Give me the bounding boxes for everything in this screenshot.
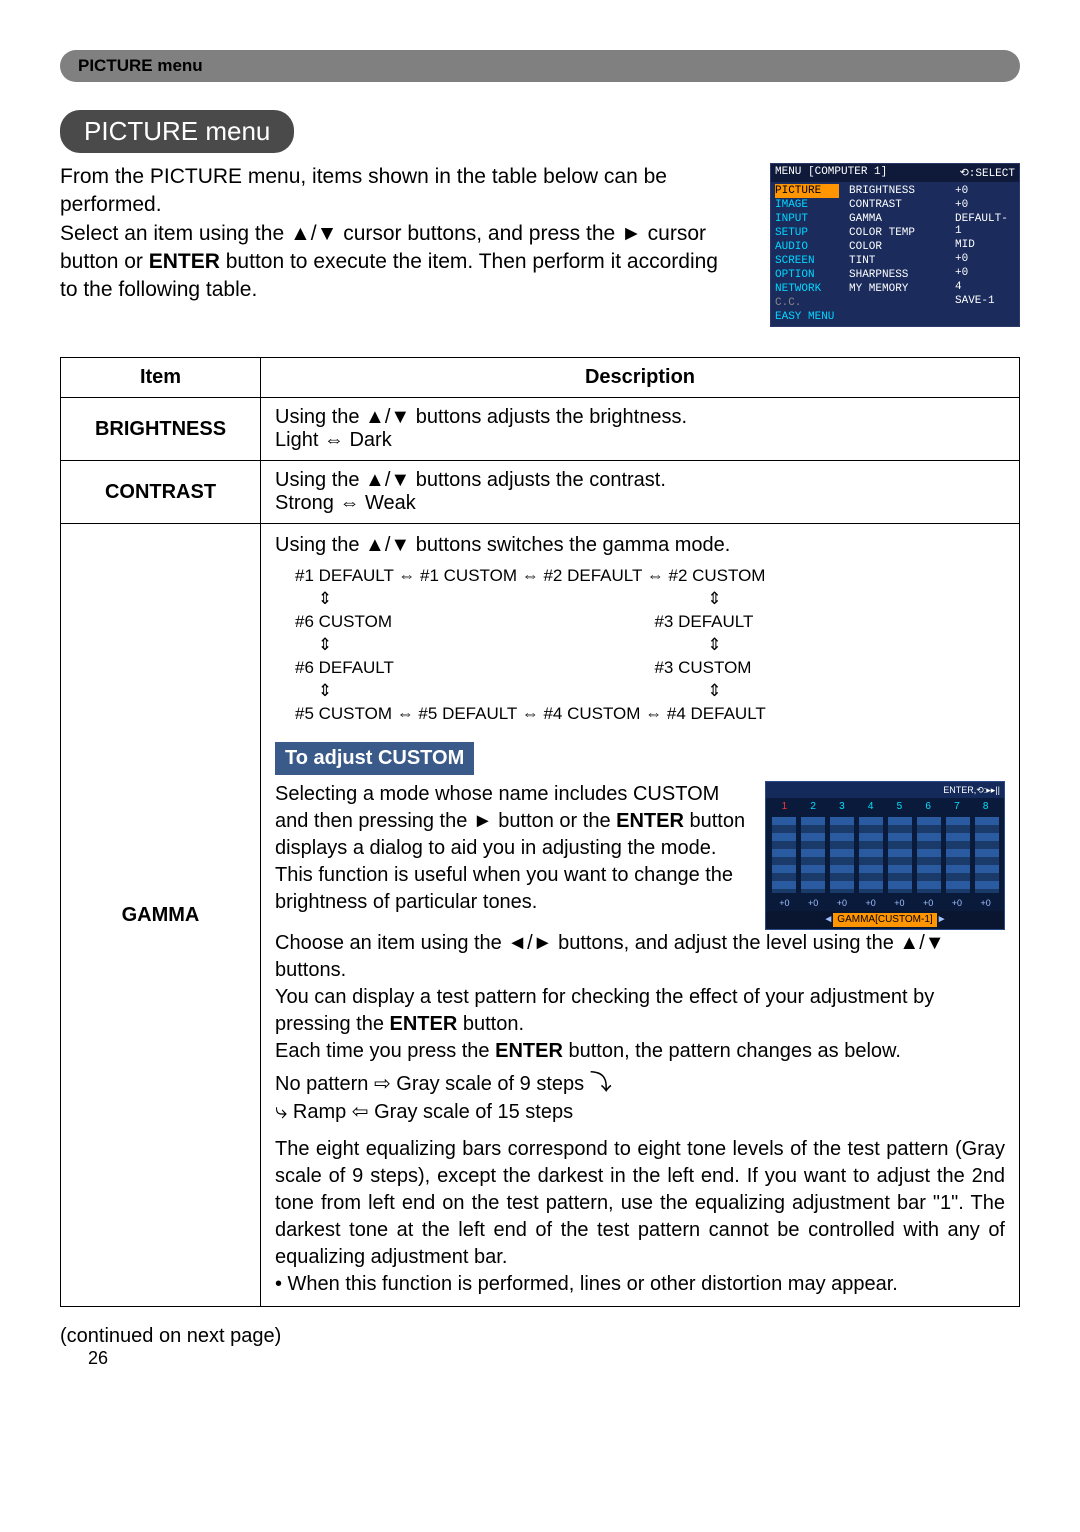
gamma-custom-bullet: • When this function is performed, lines… [275,1271,1005,1298]
eq-bar [975,817,999,893]
eq-num-1: 1 [782,800,788,814]
menu-item-cc: C.C. [775,296,839,310]
main-table: Item Description BRIGHTNESS Using the ▲/… [60,357,1020,1307]
row-brightness-label: BRIGHTNESS [61,398,261,461]
menu-val-1: +0 [955,198,1013,212]
row-brightness-desc: Using the ▲/▼ buttons adjusts the bright… [261,398,1020,461]
menu-mid-column: BRIGHTNESS CONTRAST GAMMA COLOR TEMP COL… [843,182,949,326]
menu-header-right: ⟲:SELECT [960,166,1015,180]
row-contrast-label: CONTRAST [61,461,261,524]
eq-num-4: 4 [868,800,874,814]
page-number: 26 [88,1348,1020,1369]
menu-item-easy: EASY MENU [775,310,839,324]
menu-item-screen: SCREEN [775,254,839,268]
th-item: Item [61,358,261,398]
menu-val-2: DEFAULT-1 [955,212,1013,238]
eq-header-right: ENTER,⟲:▸▸|| [943,784,1000,796]
eq-val-6: +0 [923,897,933,909]
equalizer-widget: ENTER,⟲:▸▸|| 1 2 3 4 5 6 7 8 [765,781,1005,930]
menu-item-setup: SETUP [775,226,839,240]
eq-num-5: 5 [897,800,903,814]
eq-footer-label: GAMMA[CUSTOM-1] [833,913,936,927]
menu-val-0: +0 [955,184,1013,198]
loop-line-2: Ramp ⇦ Gray scale of 15 steps [293,1101,573,1123]
eq-val-3: +0 [837,897,847,909]
menu-mid-sharpness: SHARPNESS [849,268,943,282]
eq-bar [888,817,912,893]
eq-bar [917,817,941,893]
row-gamma-label: GAMMA [61,524,261,1307]
menu-item-picture: PICTURE [775,184,839,198]
eq-bar [830,817,854,893]
gamma-mode-diagram: #1 DEFAULT ⇔ #1 CUSTOM ⇔ #2 DEFAULT ⇔ #2… [295,565,1005,726]
menu-val-3: MID [955,238,1013,252]
eq-bar [946,817,970,893]
th-desc: Description [261,358,1020,398]
menu-val-4: +0 [955,252,1013,266]
menu-mid-colortemp: COLOR TEMP [849,226,943,240]
diag-top: #1 DEFAULT ⇔ #1 CUSTOM ⇔ #2 DEFAULT ⇔ #2… [295,565,1005,588]
eq-val-1: +0 [779,897,789,909]
menu-left-column: PICTURE IMAGE INPUT SETUP AUDIO SCREEN O… [771,182,843,326]
menu-mid-gamma: GAMMA [849,212,943,226]
continued-note: (continued on next page) [60,1325,1020,1348]
menu-item-option: OPTION [775,268,839,282]
row-contrast-desc: Using the ▲/▼ buttons adjusts the contra… [261,461,1020,524]
eq-bar [801,817,825,893]
menu-mid-memory: MY MEMORY [849,282,943,296]
menu-mid-tint: TINT [849,254,943,268]
diag-r2: #3 CUSTOM [654,657,751,680]
page-title: PICTURE menu [60,110,294,153]
diag-l2: #6 DEFAULT [295,657,415,680]
eq-num-7: 7 [954,800,960,814]
eq-num-6: 6 [925,800,931,814]
menu-val-6: 4 [955,280,1013,294]
gamma-line1: Using the ▲/▼ buttons switches the gamma… [275,532,1005,559]
menu-mid-brightness: BRIGHTNESS [849,184,943,198]
eq-num-3: 3 [839,800,845,814]
eq-num-2: 2 [810,800,816,814]
loop-line-1: No pattern ⇨ Gray scale of 9 steps [275,1073,584,1095]
diag-r1: #3 DEFAULT [654,611,753,634]
gamma-custom-p2: Choose an item using the ◄/► buttons, an… [275,930,1005,984]
eq-num-8: 8 [983,800,989,814]
menu-header-left: MENU [COMPUTER 1] [775,166,887,180]
eq-val-5: +0 [894,897,904,909]
gamma-custom-p3: You can display a test pattern for check… [275,984,1005,1065]
eq-val-8: +0 [980,897,990,909]
eq-val-7: +0 [952,897,962,909]
intro-paragraph: From the PICTURE menu, items shown in th… [60,163,740,305]
pattern-loop-diagram: No pattern ⇨ Gray scale of 9 steps ⤵ ⤷ R… [275,1069,1005,1126]
menu-item-image: IMAGE [775,198,839,212]
section-tag: PICTURE menu [60,50,1020,82]
gamma-custom-p4: The eight equalizing bars correspond to … [275,1136,1005,1271]
eq-val-4: +0 [865,897,875,909]
eq-bar [772,817,796,893]
menu-val-5: +0 [955,266,1013,280]
eq-val-2: +0 [808,897,818,909]
menu-item-input: INPUT [775,212,839,226]
menu-item-audio: AUDIO [775,240,839,254]
menu-mid-color: COLOR [849,240,943,254]
row-gamma-desc: Using the ▲/▼ buttons switches the gamma… [261,524,1020,1307]
menu-val-7: SAVE-1 [955,294,1013,308]
diag-l1: #6 CUSTOM [295,611,415,634]
menu-item-network: NETWORK [775,282,839,296]
menu-right-column: +0 +0 DEFAULT-1 MID +0 +0 4 SAVE-1 [949,182,1019,326]
menu-preview: MENU [COMPUTER 1] ⟲:SELECT PICTURE IMAGE… [770,163,1020,327]
diag-bottom: #5 CUSTOM ⇔ #5 DEFAULT ⇔ #4 CUSTOM ⇔ #4 … [295,703,1005,726]
gamma-subheader: To adjust CUSTOM [275,742,474,775]
menu-mid-contrast: CONTRAST [849,198,943,212]
eq-bar [859,817,883,893]
gamma-custom-p1: Selecting a mode whose name includes CUS… [275,781,749,916]
